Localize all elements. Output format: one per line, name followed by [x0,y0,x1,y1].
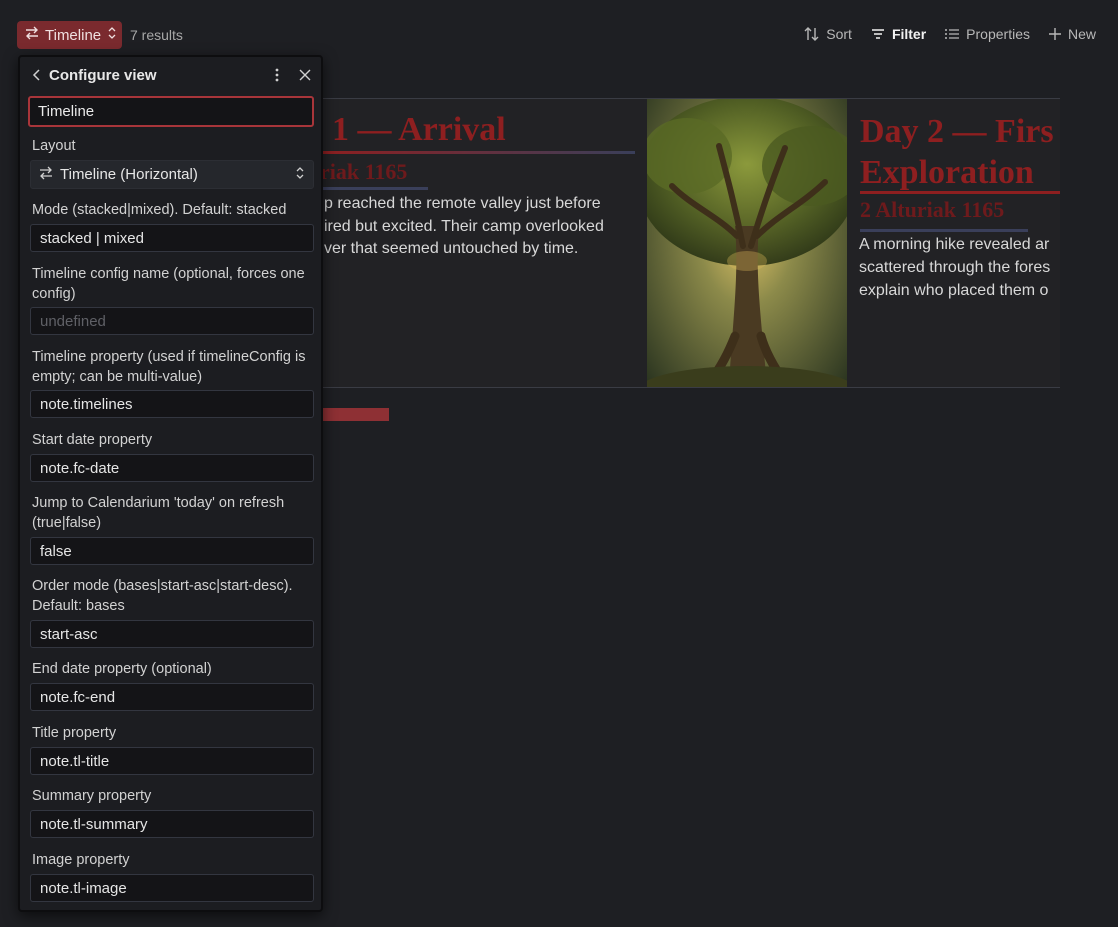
arrows-swap-icon [39,166,53,184]
results-count: 7 results [130,27,183,43]
panel-header: Configure view [20,57,321,93]
timeline-canvas[interactable]: 1 — Arrival riak 1165 p reached the remo… [300,98,1060,388]
properties-button[interactable]: Properties [944,26,1030,42]
chevron-updown-icon [295,166,305,184]
summary-line: ired but excited. Their camp overlooked [324,217,604,235]
end-date-property-input[interactable]: note.fc-end [30,683,314,711]
list-icon [944,26,960,42]
timeline-config-name-input[interactable]: undefined [30,307,314,335]
chevron-left-icon[interactable] [32,68,42,85]
timeline-card-image[interactable] [647,99,847,387]
summary-line: ver that seemed untouched by time. [324,240,579,257]
new-label: New [1067,26,1096,42]
summary-property-label: Summary property [32,788,152,804]
timeline-card-date: riak 1165 [320,159,408,184]
summary-line: A morning hike revealed ar [859,236,1050,253]
configure-view-panel: Configure view Timeline Layout Timeline … [18,55,323,912]
title-line: Day 2 — Firs [860,113,1054,150]
arrows-swap-icon [25,26,39,44]
mode-label: Mode (stacked|mixed). Default: stacked [32,202,287,218]
timeline-config-name-label: Timeline config name (optional, forces o… [32,266,305,302]
filter-label: Filter [891,26,927,42]
image-property-label: Image property [32,852,130,868]
image-property-input[interactable]: note.tl-image [30,874,314,902]
title-underline [320,151,635,154]
layout-select[interactable]: Timeline (Horizontal) [30,160,314,189]
filter-icon [870,26,886,42]
title-line: Exploration [860,154,1034,191]
start-date-property-input[interactable]: note.fc-date [30,454,314,482]
view-name-input[interactable]: Timeline [28,96,314,127]
timeline-property-label: Timeline property (used if timelineConfi… [32,349,306,385]
close-icon[interactable] [299,68,311,84]
order-mode-label: Order mode (bases|start-asc|start-desc).… [32,578,293,614]
jump-today-input[interactable]: false [30,537,314,565]
chevron-updown-icon [107,26,117,44]
summary-line: scattered through the fores [859,259,1051,276]
end-date-property-label: End date property (optional) [32,661,212,677]
sort-button[interactable]: Sort [804,26,852,42]
title-underline [860,191,1060,194]
date-underline [860,229,1028,232]
new-button[interactable]: New [1048,26,1096,42]
timeline-card-title[interactable]: Day 2 — Firs Exploration [860,111,1060,193]
layout-select-value: Timeline (Horizontal) [60,166,198,183]
summary-line: explain who placed them o [859,282,1049,299]
timeline-card-summary: A morning hike revealed ar scattered thr… [859,233,1060,302]
sort-label: Sort [826,26,852,42]
timeline-card-date: 2 Alturiak 1165 [860,197,1005,222]
date-underline [320,187,428,190]
sort-icon [804,26,820,42]
timeline-card-summary: p reached the remote valley just before … [324,193,644,261]
view-switcher-label: Timeline [45,26,102,44]
panel-title: Configure view [49,67,157,84]
order-mode-input[interactable]: start-asc [30,620,314,648]
title-property-label: Title property [32,725,117,741]
layout-label: Layout [32,138,76,154]
view-toolbar: Sort Filter Properties New [804,26,1096,42]
timeline-card-title[interactable]: 1 — Arrival [332,111,506,149]
mode-input[interactable]: stacked | mixed [30,224,314,252]
jump-today-label: Jump to Calendarium 'today' on refresh (… [32,495,285,531]
summary-line: p reached the remote valley just before [324,195,601,212]
start-date-property-label: Start date property [32,432,153,448]
filter-button[interactable]: Filter [870,26,926,42]
timeline-property-input[interactable]: note.timelines [30,390,314,418]
title-property-input[interactable]: note.tl-title [30,747,314,775]
view-switcher-button[interactable]: Timeline [17,21,122,49]
properties-label: Properties [966,26,1030,42]
summary-property-input[interactable]: note.tl-summary [30,810,314,838]
more-vertical-icon[interactable] [273,68,281,85]
plus-icon [1048,27,1062,41]
